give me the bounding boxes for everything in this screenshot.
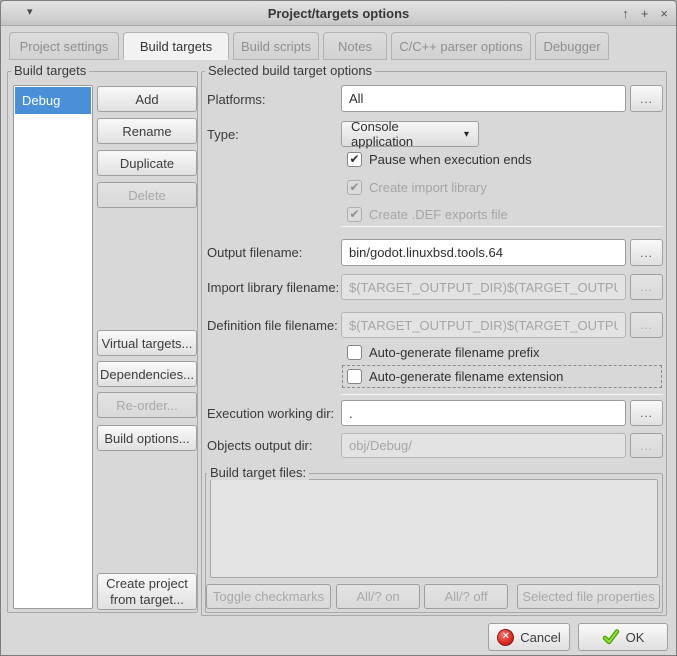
rename-button[interactable]: Rename [97, 118, 197, 144]
delete-button: Delete [97, 182, 197, 208]
auto-generate-filename-prefix-checkbox[interactable]: Auto-generate filename prefix [347, 345, 540, 360]
reorder-button: Re-order... [97, 392, 197, 418]
add-button[interactable]: Add [97, 86, 197, 112]
maximize-window-icon[interactable]: + [641, 7, 649, 20]
tab-build-scripts[interactable]: Build scripts [233, 32, 319, 60]
cancel-icon: ✕ [497, 629, 514, 646]
toggle-checkmarks-button: Toggle checkmarks [206, 584, 331, 609]
platforms-input[interactable] [341, 85, 626, 112]
execution-working-dir-label: Execution working dir: [207, 406, 334, 421]
definition-file-filename-label: Definition file filename: [207, 318, 338, 333]
auto-generate-filename-extension-label: Auto-generate filename extension [369, 369, 563, 384]
objects-output-dir-input [341, 433, 626, 458]
tab-bar: Project settings Build targets Build scr… [9, 32, 609, 60]
window-menu-icon[interactable]: ▾ [27, 5, 33, 18]
target-list-item-debug[interactable]: Debug [15, 87, 91, 114]
create-def-exports-file-checkbox: ✔ Create .DEF exports file [347, 207, 508, 222]
virtual-targets-button[interactable]: Virtual targets... [97, 330, 197, 356]
execution-working-dir-input[interactable] [341, 400, 626, 426]
tab-build-targets[interactable]: Build targets [123, 32, 229, 60]
create-def-exports-file-label: Create .DEF exports file [369, 207, 508, 222]
checkmark-icon: ✔ [349, 153, 359, 165]
platforms-browse-button[interactable]: ... [630, 85, 663, 112]
definition-file-filename-input [341, 312, 626, 338]
dependencies-button[interactable]: Dependencies... [97, 361, 197, 387]
import-library-filename-label: Import library filename: [207, 280, 339, 295]
checkbox-checked-icon[interactable]: ✔ [347, 152, 362, 167]
checkbox-unchecked-icon[interactable] [347, 345, 362, 360]
execution-working-dir-browse-button[interactable]: ... [630, 400, 663, 426]
create-import-library-checkbox: ✔ Create import library [347, 180, 487, 195]
selected-file-properties-button: Selected file properties [517, 584, 660, 609]
cancel-button[interactable]: ✕ Cancel [488, 623, 570, 651]
ok-button-label: OK [626, 630, 645, 645]
separator [341, 226, 663, 227]
build-options-button[interactable]: Build options... [97, 425, 197, 451]
window-title: Project/targets options [1, 6, 676, 21]
cancel-button-label: Cancel [520, 630, 560, 645]
objects-output-dir-browse-button: ... [630, 433, 663, 458]
tab-cpp-parser-options[interactable]: C/C++ parser options [391, 32, 531, 60]
build-target-files-list[interactable] [210, 479, 658, 578]
import-library-filename-input [341, 274, 626, 300]
type-dropdown[interactable]: Console application ▾ [341, 121, 479, 147]
ok-button[interactable]: OK [578, 623, 668, 651]
separator [341, 394, 663, 395]
checkbox-checked-icon: ✔ [347, 207, 362, 222]
chevron-down-icon: ▾ [464, 129, 469, 140]
window-controls: ↑ + × [622, 1, 668, 26]
all-off-button: All/? off [424, 584, 508, 609]
ok-check-icon [602, 629, 620, 645]
type-label: Type: [207, 127, 239, 142]
shade-window-icon[interactable]: ↑ [622, 7, 629, 20]
duplicate-button[interactable]: Duplicate [97, 150, 197, 176]
project-targets-options-dialog: ▾ Project/targets options ↑ + × Project … [0, 0, 677, 656]
type-dropdown-value: Console application [351, 119, 456, 149]
output-filename-input[interactable] [341, 239, 626, 266]
tab-notes[interactable]: Notes [323, 32, 387, 60]
checkmark-icon: ✔ [349, 181, 359, 193]
all-on-button: All/? on [336, 584, 420, 609]
output-filename-label: Output filename: [207, 245, 302, 260]
platforms-label: Platforms: [207, 92, 266, 107]
output-filename-browse-button[interactable]: ... [630, 239, 663, 266]
tab-project-settings[interactable]: Project settings [9, 32, 119, 60]
auto-generate-filename-extension-checkbox[interactable]: Auto-generate filename extension [347, 369, 563, 384]
objects-output-dir-label: Objects output dir: [207, 438, 313, 453]
pause-when-execution-ends-checkbox[interactable]: ✔ Pause when execution ends [347, 152, 532, 167]
import-library-browse-button: ... [630, 274, 663, 300]
pause-when-execution-ends-label: Pause when execution ends [369, 152, 532, 167]
title-bar[interactable]: ▾ Project/targets options ↑ + × [1, 1, 676, 26]
checkbox-checked-icon: ✔ [347, 180, 362, 195]
checkmark-icon: ✔ [349, 208, 359, 220]
close-window-icon[interactable]: × [660, 7, 668, 20]
build-targets-list[interactable]: Debug [13, 85, 93, 609]
definition-file-browse-button: ... [630, 312, 663, 338]
build-targets-group-label: Build targets [11, 63, 89, 78]
create-import-library-label: Create import library [369, 180, 487, 195]
auto-generate-filename-prefix-label: Auto-generate filename prefix [369, 345, 540, 360]
tab-debugger[interactable]: Debugger [535, 32, 609, 60]
selected-build-target-options-label: Selected build target options [205, 63, 375, 78]
checkbox-unchecked-icon[interactable] [347, 369, 362, 384]
create-project-from-target-button[interactable]: Create project from target... [97, 573, 197, 610]
build-target-files-label: Build target files: [207, 465, 309, 480]
